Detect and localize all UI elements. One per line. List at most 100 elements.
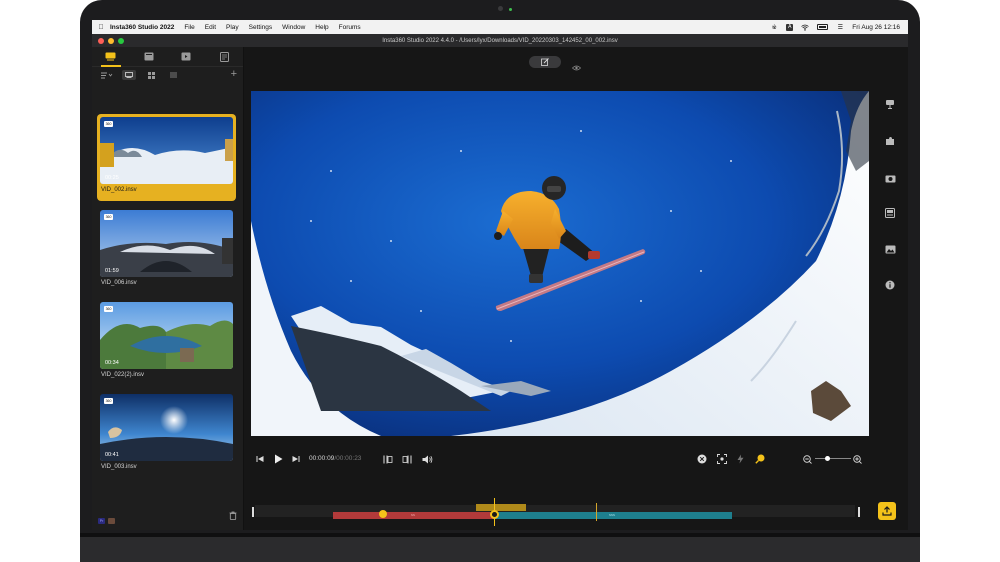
- status-tray: ※ A ☰ Fri Aug 26 12:16: [770, 23, 908, 31]
- close-circle-icon: [697, 454, 707, 464]
- editor-main: 00:00:09/00:00:23 ss sss: [244, 47, 872, 530]
- clip-item[interactable]: 360 01:59 VID_006.insv: [97, 207, 236, 290]
- play-button[interactable]: [274, 452, 283, 466]
- image-adjust-icon: [885, 208, 895, 218]
- video-icon: [181, 52, 191, 61]
- clip-thumbnail: 360 00:41: [100, 394, 233, 461]
- volume-button[interactable]: [422, 452, 433, 466]
- clip-name: VID_022(2).insv: [101, 372, 145, 378]
- battery-icon[interactable]: [817, 24, 829, 30]
- menu-play[interactable]: Play: [226, 24, 239, 31]
- input-source-icon[interactable]: A: [786, 23, 794, 31]
- menu-forums[interactable]: Forums: [339, 24, 361, 31]
- deep-track-button[interactable]: [737, 452, 744, 466]
- clip-duration: 00:25: [105, 175, 119, 181]
- large-thumbnail-icon: [125, 72, 133, 78]
- playback-controls: 00:00:09/00:00:23: [244, 452, 872, 466]
- zoom-out-button[interactable]: [803, 452, 812, 466]
- timeline-segment-red[interactable]: ss: [333, 512, 494, 519]
- edit-mode-button[interactable]: [529, 56, 561, 68]
- previous-button[interactable]: [256, 452, 264, 466]
- camera: [498, 6, 503, 11]
- menu-clock[interactable]: Fri Aug 26 12:16: [852, 24, 900, 31]
- zoom-slider-handle[interactable]: [825, 456, 830, 461]
- info-button[interactable]: [883, 278, 897, 292]
- media-sidebar: + 360 00:25 VID_002.insv 360 01:59 VID_0…: [92, 47, 244, 530]
- zoom-in-button[interactable]: [853, 452, 862, 466]
- playhead-handle[interactable]: [490, 510, 499, 519]
- tab-video[interactable]: [174, 47, 198, 67]
- thumbnail-view-button[interactable]: [122, 70, 136, 80]
- volume-icon: [422, 455, 433, 463]
- reframe-button[interactable]: [717, 452, 727, 466]
- app-menu[interactable]: Insta360 Studio 2022: [110, 24, 174, 31]
- upload-icon: [882, 506, 892, 516]
- camera-icon: [885, 175, 895, 182]
- view-mode-button[interactable]: [883, 97, 897, 111]
- mark-in-icon: [383, 455, 393, 463]
- eye-icon: [571, 65, 582, 71]
- clip-item[interactable]: 360 00:25 VID_002.insv: [97, 114, 236, 201]
- reframe-icon: [717, 454, 727, 464]
- clip-item[interactable]: 360 00:41 VID_003.insv: [97, 391, 236, 474]
- list-view-button[interactable]: [166, 70, 180, 80]
- next-button[interactable]: [292, 452, 300, 466]
- zoom-out-icon: [803, 454, 812, 464]
- tab-album[interactable]: [137, 47, 161, 67]
- control-center-icon[interactable]: ☰: [836, 24, 844, 31]
- apple-menu-icon[interactable]: : [92, 24, 110, 31]
- zoom-slider-track[interactable]: [815, 458, 851, 459]
- window-title: Insta360 Studio 2022 4.4.0 - /Users/lyx/…: [382, 37, 618, 44]
- clip-duration: 01:59: [105, 268, 119, 274]
- add-media-button[interactable]: +: [231, 69, 237, 80]
- keyframe-marker[interactable]: [379, 510, 387, 518]
- clip-name: VID_003.insv: [101, 464, 137, 470]
- mark-in-button[interactable]: [383, 452, 393, 466]
- grid-icon: [147, 71, 155, 79]
- 360-badge: 360: [104, 306, 113, 312]
- right-toolbar: [872, 47, 908, 530]
- menu-edit[interactable]: Edit: [205, 24, 216, 31]
- menu-file[interactable]: File: [184, 24, 194, 31]
- timeline-selection[interactable]: [476, 504, 526, 511]
- 360-badge: 360: [104, 398, 113, 404]
- album-icon: [144, 52, 154, 61]
- timeline-end-marker: [858, 507, 860, 517]
- export-button[interactable]: [878, 502, 896, 520]
- plugin-button[interactable]: [883, 134, 897, 148]
- landscape-icon: [885, 245, 895, 253]
- segment-label: sss: [609, 512, 615, 517]
- mark-out-button[interactable]: [402, 452, 412, 466]
- tab-media[interactable]: [99, 47, 123, 67]
- total-time: 00:00:23: [336, 455, 362, 462]
- premiere-plugin-icon[interactable]: Pr: [98, 518, 105, 524]
- menu-settings[interactable]: Settings: [249, 24, 273, 31]
- video-preview[interactable]: [251, 91, 869, 436]
- grid-view-button[interactable]: [144, 70, 158, 80]
- bluetooth-icon[interactable]: ※: [770, 24, 778, 31]
- clip-thumbnail: 360 00:25: [100, 117, 233, 184]
- timeline[interactable]: ss sss: [252, 498, 860, 526]
- keyframe-button[interactable]: [755, 452, 766, 466]
- timeline-start-marker: [252, 507, 254, 517]
- clip-item[interactable]: 360 00:34 VID_022(2).insv: [97, 299, 236, 382]
- wifi-icon[interactable]: [801, 24, 810, 31]
- timeline-segment-teal[interactable]: sss: [494, 512, 732, 519]
- filter-button[interactable]: [883, 206, 897, 220]
- photo-plugin-icon[interactable]: [108, 518, 115, 524]
- tab-export-list[interactable]: [212, 47, 236, 67]
- delete-button[interactable]: [229, 507, 237, 525]
- laptop-frame:  Insta360 Studio 2022 File Edit Play Se…: [80, 0, 920, 562]
- preview-mode-button[interactable]: [571, 58, 582, 76]
- media-icon: [105, 52, 116, 61]
- export-image-button[interactable]: [883, 242, 897, 256]
- cancel-keyframe-button[interactable]: [697, 452, 707, 466]
- snapshot-button[interactable]: [883, 171, 897, 185]
- menu-window[interactable]: Window: [282, 24, 305, 31]
- 360-badge: 360: [104, 214, 113, 220]
- sort-button[interactable]: [100, 70, 114, 80]
- zoom-in-icon: [853, 454, 862, 464]
- export-list-icon: [219, 51, 229, 62]
- menu-help[interactable]: Help: [315, 24, 328, 31]
- skip-forward-icon: [292, 456, 300, 462]
